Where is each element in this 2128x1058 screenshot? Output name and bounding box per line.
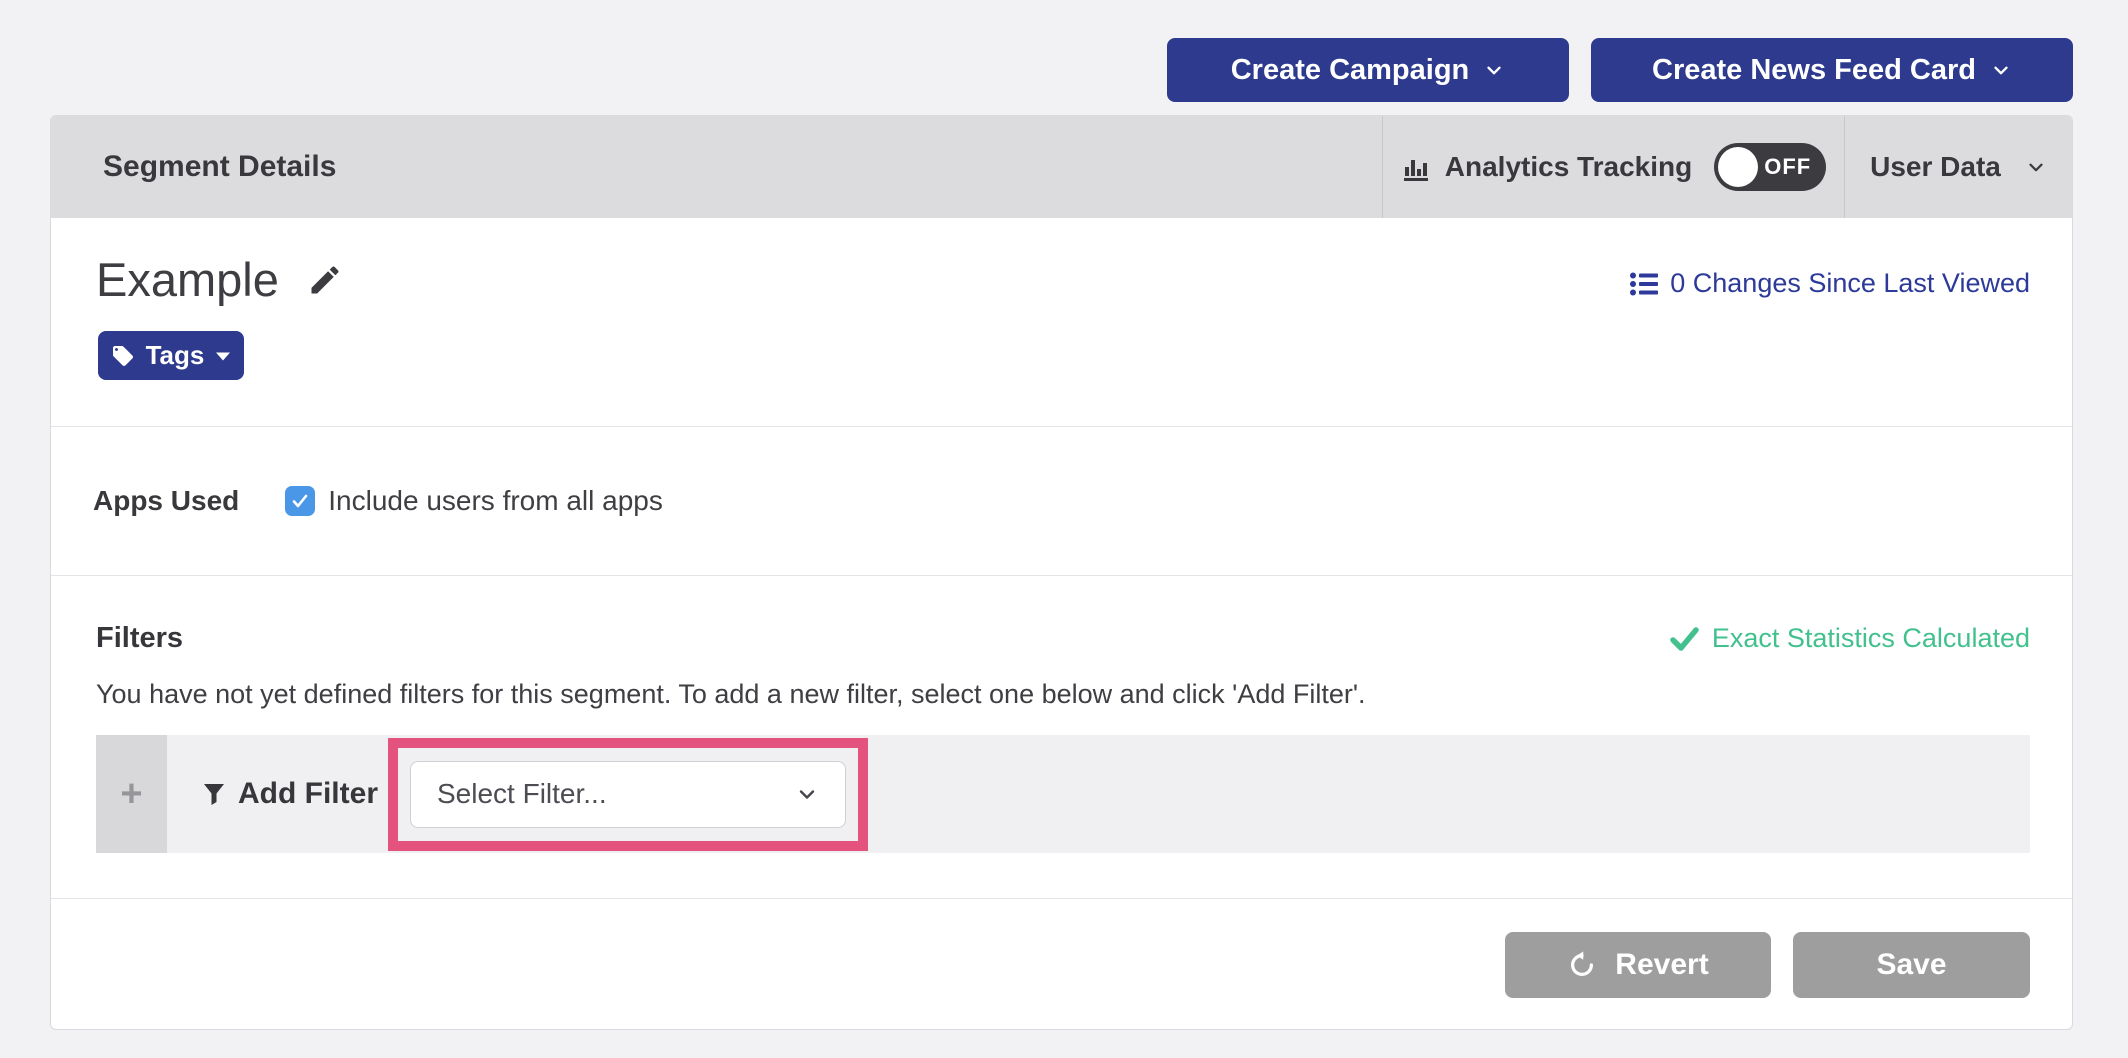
filters-heading: Filters: [96, 622, 183, 655]
save-button-label: Save: [1876, 948, 1946, 982]
toggle-state-label: OFF: [1764, 154, 1811, 180]
check-icon: [290, 491, 310, 511]
add-filter-control[interactable]: Add Filter: [202, 777, 378, 811]
include-all-apps-checkbox[interactable]: [285, 486, 315, 516]
add-filter-row: + Add Filter Select Filter...: [96, 735, 2030, 853]
apps-used-label: Apps Used: [93, 485, 239, 517]
select-filter-dropdown[interactable]: Select Filter...: [410, 761, 846, 828]
chevron-down-icon: [2025, 156, 2047, 178]
change-list-icon: [1629, 271, 1659, 297]
analytics-tracking-toggle[interactable]: OFF: [1714, 143, 1826, 191]
plus-icon: +: [120, 773, 142, 816]
include-all-apps-label: Include users from all apps: [328, 485, 663, 517]
card-footer: Revert Save: [51, 898, 2072, 1030]
bar-chart-icon: [1401, 152, 1431, 182]
chevron-down-icon: [1990, 59, 2012, 81]
exact-statistics-status: Exact Statistics Calculated: [1670, 623, 2030, 654]
check-icon: [1670, 627, 1699, 651]
card-header: Segment Details Analytics Tracking OFF U…: [51, 116, 2072, 218]
analytics-tracking-control[interactable]: Analytics Tracking OFF: [1382, 116, 1844, 218]
segment-name: Example: [96, 252, 279, 307]
changes-since-last-viewed-link[interactable]: 0 Changes Since Last Viewed: [1629, 268, 2030, 299]
chevron-down-icon: [1483, 59, 1505, 81]
select-filter-highlight: Select Filter...: [388, 738, 868, 851]
edit-name-button[interactable]: [307, 262, 343, 298]
toggle-knob: [1718, 147, 1758, 187]
revert-button[interactable]: Revert: [1505, 932, 1771, 998]
revert-icon: [1567, 950, 1597, 980]
apps-used-section: Apps Used Include users from all apps: [51, 426, 2072, 575]
save-button[interactable]: Save: [1793, 932, 2030, 998]
tags-button-label: Tags: [146, 340, 205, 371]
exact-statistics-label: Exact Statistics Calculated: [1712, 623, 2030, 654]
tags-button[interactable]: Tags: [98, 331, 244, 380]
segment-details-card: Segment Details Analytics Tracking OFF U…: [50, 115, 2073, 1030]
segment-title-section: Example 0 Changes Since Last Viewed: [51, 218, 2072, 426]
caret-down-icon: [215, 350, 231, 362]
add-filter-plus-button[interactable]: +: [96, 735, 167, 853]
chevron-down-icon: [795, 782, 819, 806]
create-campaign-label: Create Campaign: [1231, 54, 1470, 87]
tag-icon: [111, 344, 135, 368]
pencil-icon: [307, 262, 343, 298]
page-title: Segment Details: [51, 116, 1382, 218]
revert-button-label: Revert: [1615, 948, 1708, 982]
create-news-feed-card-button[interactable]: Create News Feed Card: [1591, 38, 2073, 102]
funnel-icon: [202, 782, 226, 806]
create-news-feed-label: Create News Feed Card: [1652, 54, 1976, 87]
filters-description: You have not yet defined filters for thi…: [96, 679, 2030, 710]
analytics-tracking-label: Analytics Tracking: [1445, 151, 1692, 183]
filters-section: Filters Exact Statistics Calculated You …: [51, 575, 2072, 898]
select-filter-placeholder: Select Filter...: [437, 778, 607, 810]
changes-link-label: 0 Changes Since Last Viewed: [1670, 268, 2030, 299]
user-data-label: User Data: [1870, 151, 2001, 183]
add-filter-label: Add Filter: [238, 777, 378, 811]
create-campaign-button[interactable]: Create Campaign: [1167, 38, 1569, 102]
user-data-dropdown[interactable]: User Data: [1844, 116, 2072, 218]
top-action-bar: Create Campaign Create News Feed Card: [0, 0, 2128, 102]
